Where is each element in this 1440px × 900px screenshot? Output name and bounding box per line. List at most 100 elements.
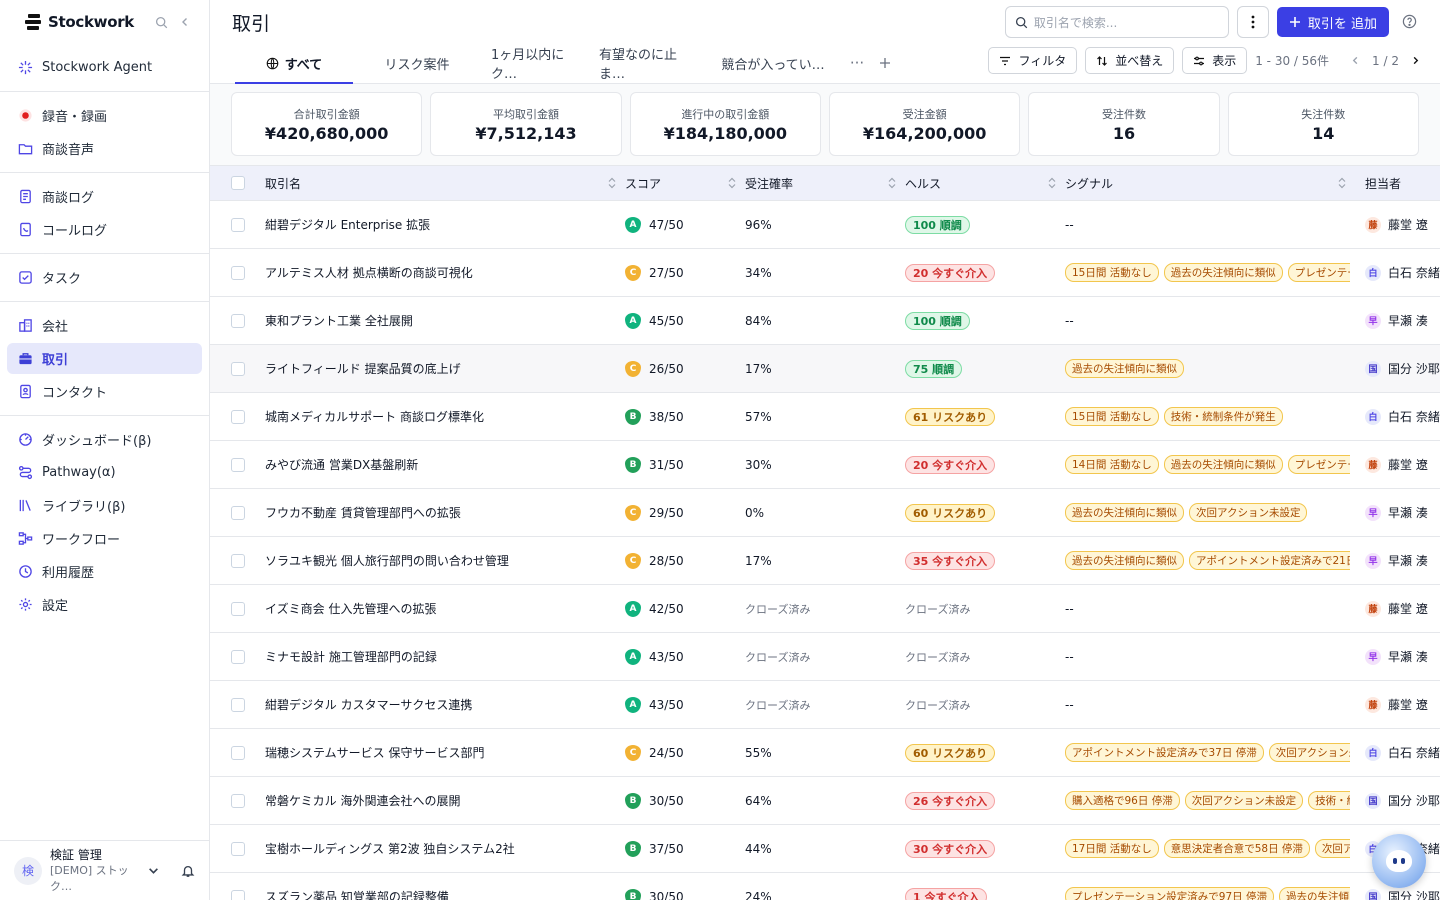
column-header-owner[interactable]: 担当者 xyxy=(1365,166,1440,200)
deal-name[interactable]: フウカ不動産 賃貸管理部門への拡張 xyxy=(265,504,625,521)
tab-competitor[interactable]: 競合が入ってい… xyxy=(711,43,835,83)
owner-cell: 早早瀬 湊 xyxy=(1365,552,1440,569)
search-input[interactable]: 取引名で検索... xyxy=(1004,6,1229,38)
table-row[interactable]: イズミ商会 仕入先管理への拡張 A 42/50 クローズ済み クローズ済み -- 藤藤堂 遼 xyxy=(210,585,1440,633)
deal-name[interactable]: 東和プラント工業 全社展開 xyxy=(265,312,625,329)
chevron-down-icon[interactable] xyxy=(148,865,159,876)
assistant-mascot-button[interactable] xyxy=(1372,834,1426,888)
help-icon[interactable] xyxy=(1402,14,1418,30)
deal-name[interactable]: ライトフィールド 提案品質の底上げ xyxy=(265,360,625,377)
more-tabs-icon[interactable]: ··· xyxy=(843,43,871,83)
sidebar-item-label: 会社 xyxy=(42,320,69,335)
bell-icon[interactable] xyxy=(181,864,195,878)
search-icon[interactable] xyxy=(151,12,171,32)
sidebar-item-meeting-audio[interactable]: 商談音声 xyxy=(7,133,202,164)
deal-name[interactable]: 紺碧デジタル Enterprise 拡張 xyxy=(265,216,625,233)
stat-value: ¥420,680,000 xyxy=(264,123,389,143)
owner-cell: 早早瀬 湊 xyxy=(1365,312,1440,329)
table-row[interactable]: 宝樹ホールディングス 第2波 独自システム2社 B 37/50 44% 30 今すぐ介入… xyxy=(210,825,1440,873)
deal-name[interactable]: 宝樹ホールディングス 第2波 独自システム2社 xyxy=(265,840,625,857)
sidebar-item-settings[interactable]: 設定 xyxy=(7,589,202,620)
sidebar-item-meeting-log[interactable]: 商談ログ xyxy=(7,181,202,212)
sidebar-item-usage-history[interactable]: 利用履歴 xyxy=(7,556,202,587)
row-checkbox[interactable] xyxy=(231,649,245,664)
sidebar-item-contacts[interactable]: コンタクト xyxy=(7,376,202,407)
table-row[interactable]: みやび流通 営業DX基盤刷新 B 31/50 30% 20 今すぐ介入 14日間 活動なし… xyxy=(210,441,1440,489)
deal-name[interactable]: みやび流通 営業DX基盤刷新 xyxy=(265,456,625,473)
table-row[interactable]: 瑞穂システムサービス 保守サービス部門 C 24/50 55% 60 リスクあり アポイン… xyxy=(210,729,1440,777)
row-checkbox[interactable] xyxy=(231,553,245,568)
row-checkbox[interactable] xyxy=(231,457,245,472)
sidebar-item-dashboard[interactable]: ダッシュボード(β) xyxy=(7,424,202,455)
deal-name[interactable]: 常磐ケミカル 海外関連会社への展開 xyxy=(265,792,625,809)
row-checkbox[interactable] xyxy=(231,889,245,900)
deal-name[interactable]: ミナモ設計 施工管理部門の記録 xyxy=(265,648,625,665)
select-all-checkbox[interactable] xyxy=(231,176,245,190)
filter-button[interactable]: フィルタ xyxy=(988,47,1078,74)
collapse-sidebar-icon[interactable] xyxy=(175,12,195,32)
deal-name[interactable]: イズミ商会 仕入先管理への拡張 xyxy=(265,600,625,617)
sidebar-item-pathway[interactable]: Pathway(α) xyxy=(7,457,202,488)
add-tab-icon[interactable] xyxy=(871,43,899,83)
table-row[interactable]: 常磐ケミカル 海外関連会社への展開 B 30/50 64% 26 今すぐ介入 購入適格で9… xyxy=(210,777,1440,825)
deal-name[interactable]: ソラユキ観光 個人旅行部門の問い合わせ管理 xyxy=(265,552,625,569)
column-header-health[interactable]: ヘルス xyxy=(905,166,1065,200)
column-header-name[interactable]: 取引名 xyxy=(265,166,625,200)
sidebar-item-recording[interactable]: 録音・録画 xyxy=(7,100,202,131)
sidebar-item-agent[interactable]: Stockwork Agent xyxy=(7,52,202,83)
row-checkbox[interactable] xyxy=(231,745,245,760)
sidebar-item-workflow[interactable]: ワークフロー xyxy=(7,523,202,554)
row-checkbox[interactable] xyxy=(231,217,245,232)
column-header-probability[interactable]: 受注確率 xyxy=(745,166,905,200)
signal-badge: 次回アクション未設定 xyxy=(1189,503,1308,522)
chevron-right-icon[interactable] xyxy=(1411,56,1420,65)
table-row[interactable]: 城南メディカルサポート 商談ログ標準化 B 38/50 57% 61 リスクあり 15日間… xyxy=(210,393,1440,441)
table-row[interactable]: 東和プラント工業 全社展開 A 45/50 84% 100 順調 -- 早早瀬 湊 xyxy=(210,297,1440,345)
owner-name: 早瀬 湊 xyxy=(1388,506,1428,520)
deal-name[interactable]: スズラン薬品 知覚業部の記録整備 xyxy=(265,888,625,900)
tab-all[interactable]: すべて xyxy=(235,43,353,84)
deal-name[interactable]: 紺碧デジタル カスタマーサクセス連携 xyxy=(265,696,625,713)
row-checkbox[interactable] xyxy=(231,505,245,520)
tab-closing-soon[interactable]: 1ヶ月以内にク… xyxy=(481,43,589,83)
row-checkbox[interactable] xyxy=(231,361,245,376)
row-checkbox[interactable] xyxy=(231,841,245,856)
table-row[interactable]: ミナモ設計 施工管理部門の記録 A 43/50 クローズ済み クローズ済み -- 早早瀬 湊 xyxy=(210,633,1440,681)
table-row[interactable]: ソラユキ観光 個人旅行部門の問い合わせ管理 C 28/50 17% 35 今すぐ介入 過去… xyxy=(210,537,1440,585)
row-checkbox[interactable] xyxy=(231,409,245,424)
sidebar-item-call-log[interactable]: コールログ xyxy=(7,214,202,245)
win-probability: 30% xyxy=(745,457,772,472)
table-row[interactable]: アルテミス人材 拠点横断の商談可視化 C 27/50 34% 20 今すぐ介入 15日間 … xyxy=(210,249,1440,297)
table-row[interactable]: スズラン薬品 知覚業部の記録整備 B 30/50 24% 1 今すぐ介入 プレゼンテーショ… xyxy=(210,873,1440,900)
add-deal-button[interactable]: 取引を 追加 xyxy=(1276,7,1389,37)
sort-button[interactable]: 並べ替え xyxy=(1085,47,1175,74)
table-row[interactable]: フウカ不動産 賃貸管理部門への拡張 C 29/50 0% 60 リスクあり 過去の失注傾向… xyxy=(210,489,1440,537)
sidebar-item-library[interactable]: ライブラリ(β) xyxy=(7,490,202,521)
row-checkbox[interactable] xyxy=(231,313,245,328)
view-button[interactable]: 表示 xyxy=(1182,47,1248,74)
row-checkbox[interactable] xyxy=(231,601,245,616)
tab-risk-deals[interactable]: リスク案件 xyxy=(353,43,481,83)
column-header-signals[interactable]: シグナル xyxy=(1065,166,1365,200)
row-checkbox[interactable] xyxy=(231,697,245,712)
sidebar-item-deals[interactable]: 取引 xyxy=(7,343,202,374)
tab-stalled-promising[interactable]: 有望なのに止ま… xyxy=(589,43,711,83)
more-options-button[interactable] xyxy=(1236,6,1269,38)
column-header-score[interactable]: スコア xyxy=(625,166,745,200)
brand-logo[interactable]: Stockwork xyxy=(24,13,147,31)
table-row[interactable]: 紺碧デジタル Enterprise 拡張 A 47/50 96% 100 順調 -- 藤藤堂… xyxy=(210,201,1440,249)
owner-cell: 早早瀬 湊 xyxy=(1365,648,1440,665)
owner-avatar: 藤 xyxy=(1365,696,1381,713)
sidebar-item-companies[interactable]: 会社 xyxy=(7,310,202,341)
deal-name[interactable]: アルテミス人材 拠点横断の商談可視化 xyxy=(265,264,625,281)
sidebar-item-tasks[interactable]: タスク xyxy=(7,262,202,293)
row-checkbox[interactable] xyxy=(231,265,245,280)
deal-name[interactable]: 城南メディカルサポート 商談ログ標準化 xyxy=(265,408,625,425)
row-checkbox[interactable] xyxy=(231,793,245,808)
table-row[interactable]: ライトフィールド 提案品質の底上げ C 26/50 17% 75 順調 過去の失注傾向に類… xyxy=(210,345,1440,393)
deal-name[interactable]: 瑞穂システムサービス 保守サービス部門 xyxy=(265,744,625,761)
chevron-left-icon[interactable] xyxy=(1351,56,1360,65)
table-row[interactable]: 紺碧デジタル カスタマーサクセス連携 A 43/50 クローズ済み クローズ済み -- 藤藤… xyxy=(210,681,1440,729)
user-menu[interactable]: 検 検証 管理 [DEMO] ストック… xyxy=(0,840,209,900)
grade-shield-icon: B xyxy=(625,792,641,809)
